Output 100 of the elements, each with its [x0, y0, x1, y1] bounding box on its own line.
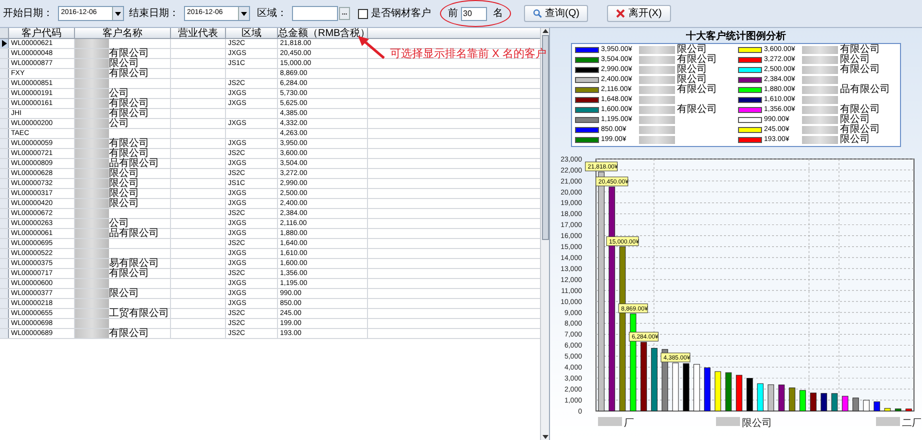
pixelated-block [802, 116, 838, 124]
bar [672, 362, 678, 412]
axis-category-label: 厂 [624, 418, 634, 429]
table-cell: 公司 [109, 218, 129, 228]
table-cell: 有限公司 [109, 148, 149, 158]
highlight-ellipse [440, 0, 511, 27]
table-cell: 公司 [109, 118, 129, 128]
pixelated-block [75, 129, 109, 138]
pixelated-block [639, 96, 675, 104]
pixelated-block [75, 259, 109, 268]
column-header[interactable]: 营业代表 [171, 28, 226, 38]
pixelated-block [802, 106, 838, 114]
table-cell: 限公司 [109, 178, 139, 188]
table-cell: 公司 [109, 88, 129, 98]
legend-label: 限公司 [677, 65, 707, 75]
legend-label: 有限公司 [840, 65, 880, 75]
pixelated-block [75, 279, 109, 288]
exit-button[interactable]: 离开(X) [607, 5, 671, 22]
dropdown-icon[interactable] [115, 12, 121, 16]
pixelated-block [75, 239, 109, 248]
pixelated-block [75, 299, 109, 308]
pixelated-block [75, 189, 109, 198]
row-header[interactable] [0, 39, 9, 48]
legend-label: 品有限公司 [840, 85, 890, 95]
legend-label: 限公司 [677, 45, 707, 55]
table-cell: 有限公司 [109, 68, 149, 78]
table-cell: 品有限公司 [109, 158, 159, 168]
pixelated-block [598, 417, 622, 426]
top-count-field[interactable]: 30 [461, 6, 487, 20]
table-cell: 有限公司 [109, 108, 149, 118]
pixelated-block [75, 179, 109, 188]
search-icon [533, 9, 542, 18]
pixelated-block [75, 209, 109, 218]
pixelated-block [75, 329, 109, 338]
pixelated-block [639, 66, 675, 74]
pixelated-block [639, 76, 675, 84]
pixelated-block [75, 159, 109, 168]
pixelated-block [75, 109, 109, 118]
bar [724, 372, 732, 412]
legend-label: 限公司 [677, 75, 707, 85]
pixelated-block [876, 417, 900, 426]
field-label: 前 [448, 7, 458, 21]
table-cell: 限公司 [109, 288, 139, 298]
legend-label: 有限公司 [677, 105, 717, 115]
table-cell: 限公司 [109, 188, 139, 198]
row-pointer-icon [2, 40, 6, 47]
pixelated-block [802, 136, 838, 144]
chart-title: 十大客户统计图例分析 [686, 31, 786, 43]
pixelated-block [802, 66, 838, 74]
pixelated-block [75, 249, 109, 258]
dropdown-icon[interactable] [241, 12, 247, 16]
pixelated-block [802, 46, 838, 54]
table-cell: 有限公司 [109, 98, 149, 108]
pixelated-block [75, 149, 109, 158]
pixelated-block [75, 79, 109, 88]
legend-label: 限公司 [840, 115, 870, 125]
pixelated-block [75, 309, 109, 318]
table-cell: 品有限公司 [109, 228, 159, 238]
field-label: 名 [493, 7, 503, 21]
pixelated-block [639, 56, 675, 64]
pixelated-block [639, 136, 675, 144]
legend-label: 有限公司 [840, 105, 880, 115]
pixelated-block [802, 76, 838, 84]
search-button[interactable]: 查询(Q) [524, 5, 588, 22]
field-label: 开始日期： [3, 6, 53, 21]
pixelated-block [75, 199, 109, 208]
pixelated-block [802, 56, 838, 64]
pixelated-block [716, 417, 740, 426]
table-cell: 有限公司 [109, 268, 149, 278]
pixelated-block [75, 99, 109, 108]
table-cell: 易有限公司 [109, 258, 159, 268]
pixelated-block [639, 86, 675, 94]
pixelated-block [639, 126, 675, 134]
pixelated-block [639, 46, 675, 54]
pixelated-block [802, 96, 838, 104]
browse-button[interactable] [339, 7, 350, 20]
field-label: 结束日期： [129, 6, 179, 21]
checkbox[interactable] [358, 8, 368, 18]
pixelated-block [75, 49, 109, 58]
bar [905, 408, 912, 412]
table-cell: 工贸有限公司 [109, 308, 169, 318]
bar [778, 384, 784, 412]
legend-label: 有限公司 [840, 125, 880, 135]
column-header[interactable]: 客户名称 [75, 28, 171, 38]
pixelated-block [802, 126, 838, 134]
scroll-down-icon[interactable] [542, 434, 548, 440]
legend-label: 有限公司 [677, 55, 717, 65]
pixelated-block [639, 116, 675, 124]
axis-category-label: 限公司 [742, 418, 772, 429]
table-cell: 限公司 [109, 58, 139, 68]
pixelated-block [75, 139, 109, 148]
region-field[interactable] [292, 6, 338, 21]
bar [830, 393, 838, 412]
bar [894, 408, 901, 412]
column-header[interactable]: 区域 [226, 28, 278, 38]
pixelated-block [75, 319, 109, 328]
pixelated-block [75, 169, 109, 178]
pixelated-block [75, 69, 109, 78]
pixelated-block [75, 219, 109, 228]
column-header[interactable]: 客户代码 [9, 28, 75, 38]
